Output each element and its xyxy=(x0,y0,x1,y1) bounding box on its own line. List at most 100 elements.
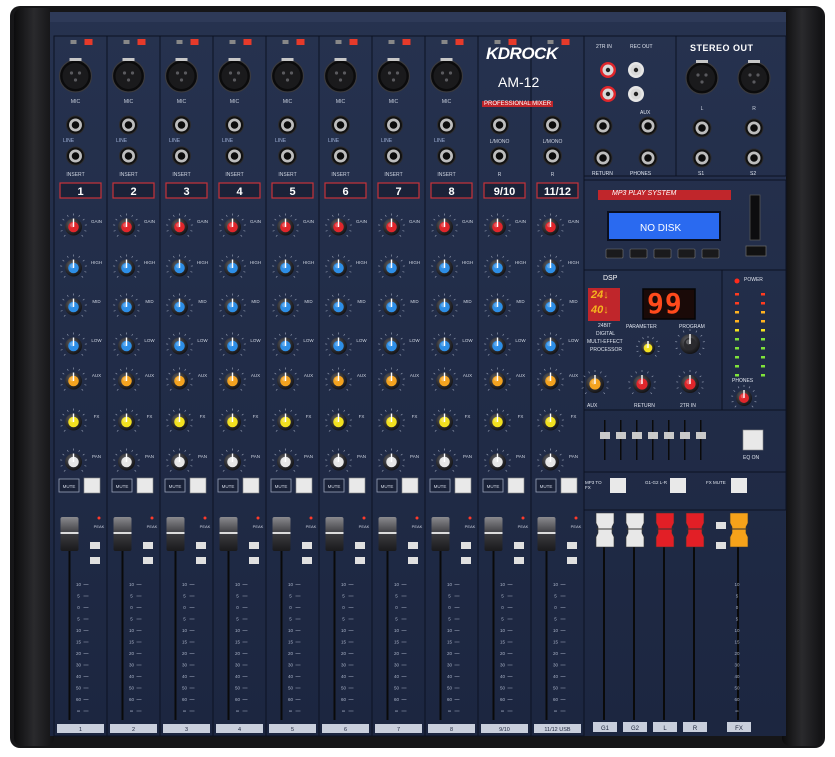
pfl-button[interactable] xyxy=(567,542,577,549)
pad-switch[interactable] xyxy=(176,40,183,44)
rca-rec-out-r[interactable] xyxy=(628,86,644,102)
aux-send-jack[interactable] xyxy=(593,116,613,136)
pad-switch[interactable] xyxy=(441,40,448,44)
insert-jack[interactable] xyxy=(66,146,85,166)
line-r-jack[interactable] xyxy=(543,146,562,166)
fx-pfl-button[interactable] xyxy=(716,522,726,529)
mute-button[interactable] xyxy=(507,477,525,494)
eq-slider[interactable] xyxy=(648,432,658,439)
sd-card-slot[interactable] xyxy=(749,194,761,241)
pfl-button[interactable] xyxy=(249,542,259,549)
fx-mute-button[interactable] xyxy=(731,478,747,493)
group-button[interactable] xyxy=(196,557,206,564)
channel-fader[interactable] xyxy=(325,517,344,551)
main-out-jack-r[interactable] xyxy=(744,118,764,138)
pad-switch[interactable] xyxy=(70,40,77,44)
mute-button[interactable] xyxy=(401,477,419,494)
pfl-button[interactable] xyxy=(355,542,365,549)
insert-jack[interactable] xyxy=(278,146,297,166)
channel-fader[interactable] xyxy=(219,517,238,551)
pfl-button[interactable] xyxy=(143,542,153,549)
rca-2tr-in-r[interactable] xyxy=(600,86,616,102)
channel-fader[interactable] xyxy=(166,517,185,551)
insert-jack[interactable] xyxy=(119,146,138,166)
line-r-jack[interactable] xyxy=(490,146,509,166)
group-button[interactable] xyxy=(249,557,259,564)
aux-jack-2[interactable] xyxy=(638,116,658,136)
mute-button[interactable] xyxy=(454,477,472,494)
channel-fader[interactable] xyxy=(537,517,556,551)
channel-fader[interactable] xyxy=(272,517,291,551)
eq-slider[interactable] xyxy=(600,432,610,439)
line-jack[interactable] xyxy=(225,115,244,135)
rca-2tr-in-l[interactable] xyxy=(600,62,616,78)
eq-slider[interactable] xyxy=(664,432,674,439)
line-jack[interactable] xyxy=(278,115,297,135)
group-button[interactable] xyxy=(514,557,524,564)
channel-fader[interactable] xyxy=(431,517,450,551)
pfl-button[interactable] xyxy=(302,542,312,549)
master-fader-cap[interactable] xyxy=(685,512,705,548)
mp3-transport-button[interactable] xyxy=(605,248,624,259)
channel-fader[interactable] xyxy=(378,517,397,551)
group-button[interactable] xyxy=(90,557,100,564)
pfl-button[interactable] xyxy=(196,542,206,549)
insert-jack[interactable] xyxy=(384,146,403,166)
group-button[interactable] xyxy=(408,557,418,564)
line-l-jack[interactable] xyxy=(543,115,562,135)
phones-jack[interactable] xyxy=(638,148,658,168)
mp3-transport-button[interactable] xyxy=(653,248,672,259)
insert-jack[interactable] xyxy=(225,146,244,166)
eq-slider[interactable] xyxy=(696,432,706,439)
channel-fader[interactable] xyxy=(484,517,503,551)
line-jack[interactable] xyxy=(384,115,403,135)
insert-jack[interactable] xyxy=(437,146,456,166)
line-jack[interactable] xyxy=(119,115,138,135)
speaker-jack-s1[interactable] xyxy=(692,148,712,168)
rca-rec-out-l[interactable] xyxy=(628,62,644,78)
eq-on-button[interactable] xyxy=(742,429,764,451)
group-button[interactable] xyxy=(302,557,312,564)
pfl-button[interactable] xyxy=(461,542,471,549)
pfl-button[interactable] xyxy=(514,542,524,549)
master-fader-cap[interactable] xyxy=(729,512,749,548)
group-button[interactable] xyxy=(143,557,153,564)
channel-fader[interactable] xyxy=(60,517,79,551)
eq-slider[interactable] xyxy=(680,432,690,439)
speaker-jack-s2[interactable] xyxy=(744,148,764,168)
mute-button[interactable] xyxy=(560,477,578,494)
usb-port[interactable] xyxy=(745,245,767,257)
line-jack[interactable] xyxy=(331,115,350,135)
pfl-button[interactable] xyxy=(90,542,100,549)
eq-slider[interactable] xyxy=(632,432,642,439)
mp3-transport-button[interactable] xyxy=(629,248,648,259)
mute-button[interactable] xyxy=(189,477,207,494)
mp3-transport-button[interactable] xyxy=(677,248,696,259)
mute-button[interactable] xyxy=(83,477,101,494)
line-jack[interactable] xyxy=(172,115,191,135)
group-button[interactable] xyxy=(567,557,577,564)
line-jack[interactable] xyxy=(66,115,85,135)
group-button[interactable] xyxy=(355,557,365,564)
master-fader-cap[interactable] xyxy=(655,512,675,548)
insert-jack[interactable] xyxy=(172,146,191,166)
master-fader-cap[interactable] xyxy=(595,512,615,548)
pad-switch[interactable] xyxy=(388,40,395,44)
mp3-to-fx-button[interactable] xyxy=(610,478,626,493)
pfl-button[interactable] xyxy=(408,542,418,549)
mute-button[interactable] xyxy=(136,477,154,494)
channel-fader[interactable] xyxy=(113,517,132,551)
line-l-jack[interactable] xyxy=(490,115,509,135)
fx-group-button[interactable] xyxy=(716,542,726,549)
mute-button[interactable] xyxy=(242,477,260,494)
mute-button[interactable] xyxy=(295,477,313,494)
pad-switch[interactable] xyxy=(123,40,130,44)
pad-switch[interactable] xyxy=(282,40,289,44)
mp3-transport-button[interactable] xyxy=(701,248,720,259)
g1g2-lr-button[interactable] xyxy=(670,478,686,493)
pad-switch[interactable] xyxy=(335,40,342,44)
eq-slider[interactable] xyxy=(616,432,626,439)
return-jack[interactable] xyxy=(593,148,613,168)
line-jack[interactable] xyxy=(437,115,456,135)
master-fader-cap[interactable] xyxy=(625,512,645,548)
